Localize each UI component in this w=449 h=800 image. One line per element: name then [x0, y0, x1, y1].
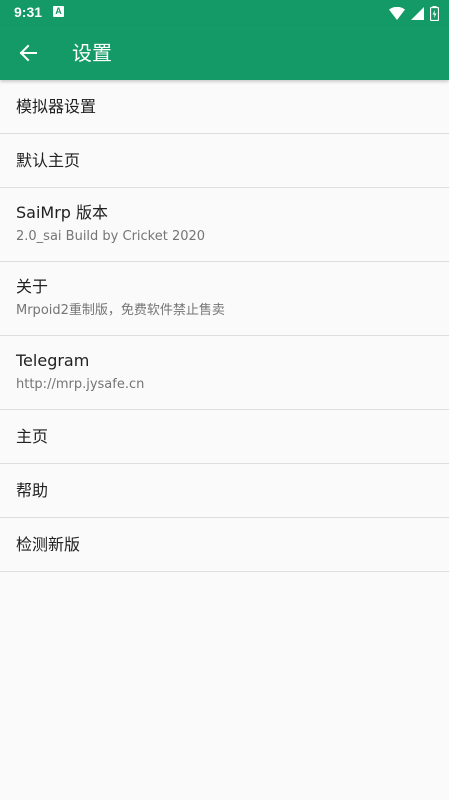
setting-summary: 2.0_sai Build by Cricket 2020 [16, 229, 206, 244]
setting-title: SaiMrp 版本 [16, 203, 109, 222]
setting-summary: Mrpoid2重制版，免费软件禁止售卖 [16, 303, 225, 318]
setting-about[interactable]: 关于 Mrpoid2重制版，免费软件禁止售卖 [0, 262, 449, 336]
screen: 9:31 A 设置 模拟器设置 默认主页 SaiMrp 版本 2.0_sai B… [0, 0, 449, 800]
back-button[interactable] [12, 37, 44, 69]
setting-title: 模拟器设置 [16, 97, 97, 116]
setting-telegram[interactable]: Telegram http://mrp.jysafe.cn [0, 336, 449, 410]
arrow-back-icon [19, 44, 37, 62]
status-bar: 9:31 A [0, 0, 449, 25]
setting-check-update[interactable]: 检测新版 [0, 518, 449, 572]
status-icons [389, 4, 439, 22]
setting-homepage[interactable]: 主页 [0, 410, 449, 464]
setting-title: Telegram [16, 351, 90, 370]
setting-title: 关于 [16, 277, 49, 296]
setting-title: 主页 [16, 427, 49, 446]
battery-icon [430, 5, 439, 21]
setting-title: 默认主页 [16, 151, 81, 170]
wifi-icon [389, 6, 405, 20]
setting-saimrp-version[interactable]: SaiMrp 版本 2.0_sai Build by Cricket 2020 [0, 188, 449, 262]
setting-title: 帮助 [16, 481, 49, 500]
settings-list: 模拟器设置 默认主页 SaiMrp 版本 2.0_sai Build by Cr… [0, 80, 449, 572]
setting-summary: http://mrp.jysafe.cn [16, 377, 145, 392]
cell-signal-icon [411, 6, 424, 20]
setting-title: 检测新版 [16, 535, 81, 554]
page-title: 设置 [72, 41, 112, 65]
setting-help[interactable]: 帮助 [0, 464, 449, 518]
app-bar: 设置 [0, 25, 449, 80]
setting-default-homepage[interactable]: 默认主页 [0, 134, 449, 188]
status-time: 9:31 [14, 4, 43, 20]
notification-icon: A [53, 6, 64, 17]
setting-emulator-settings[interactable]: 模拟器设置 [0, 80, 449, 134]
